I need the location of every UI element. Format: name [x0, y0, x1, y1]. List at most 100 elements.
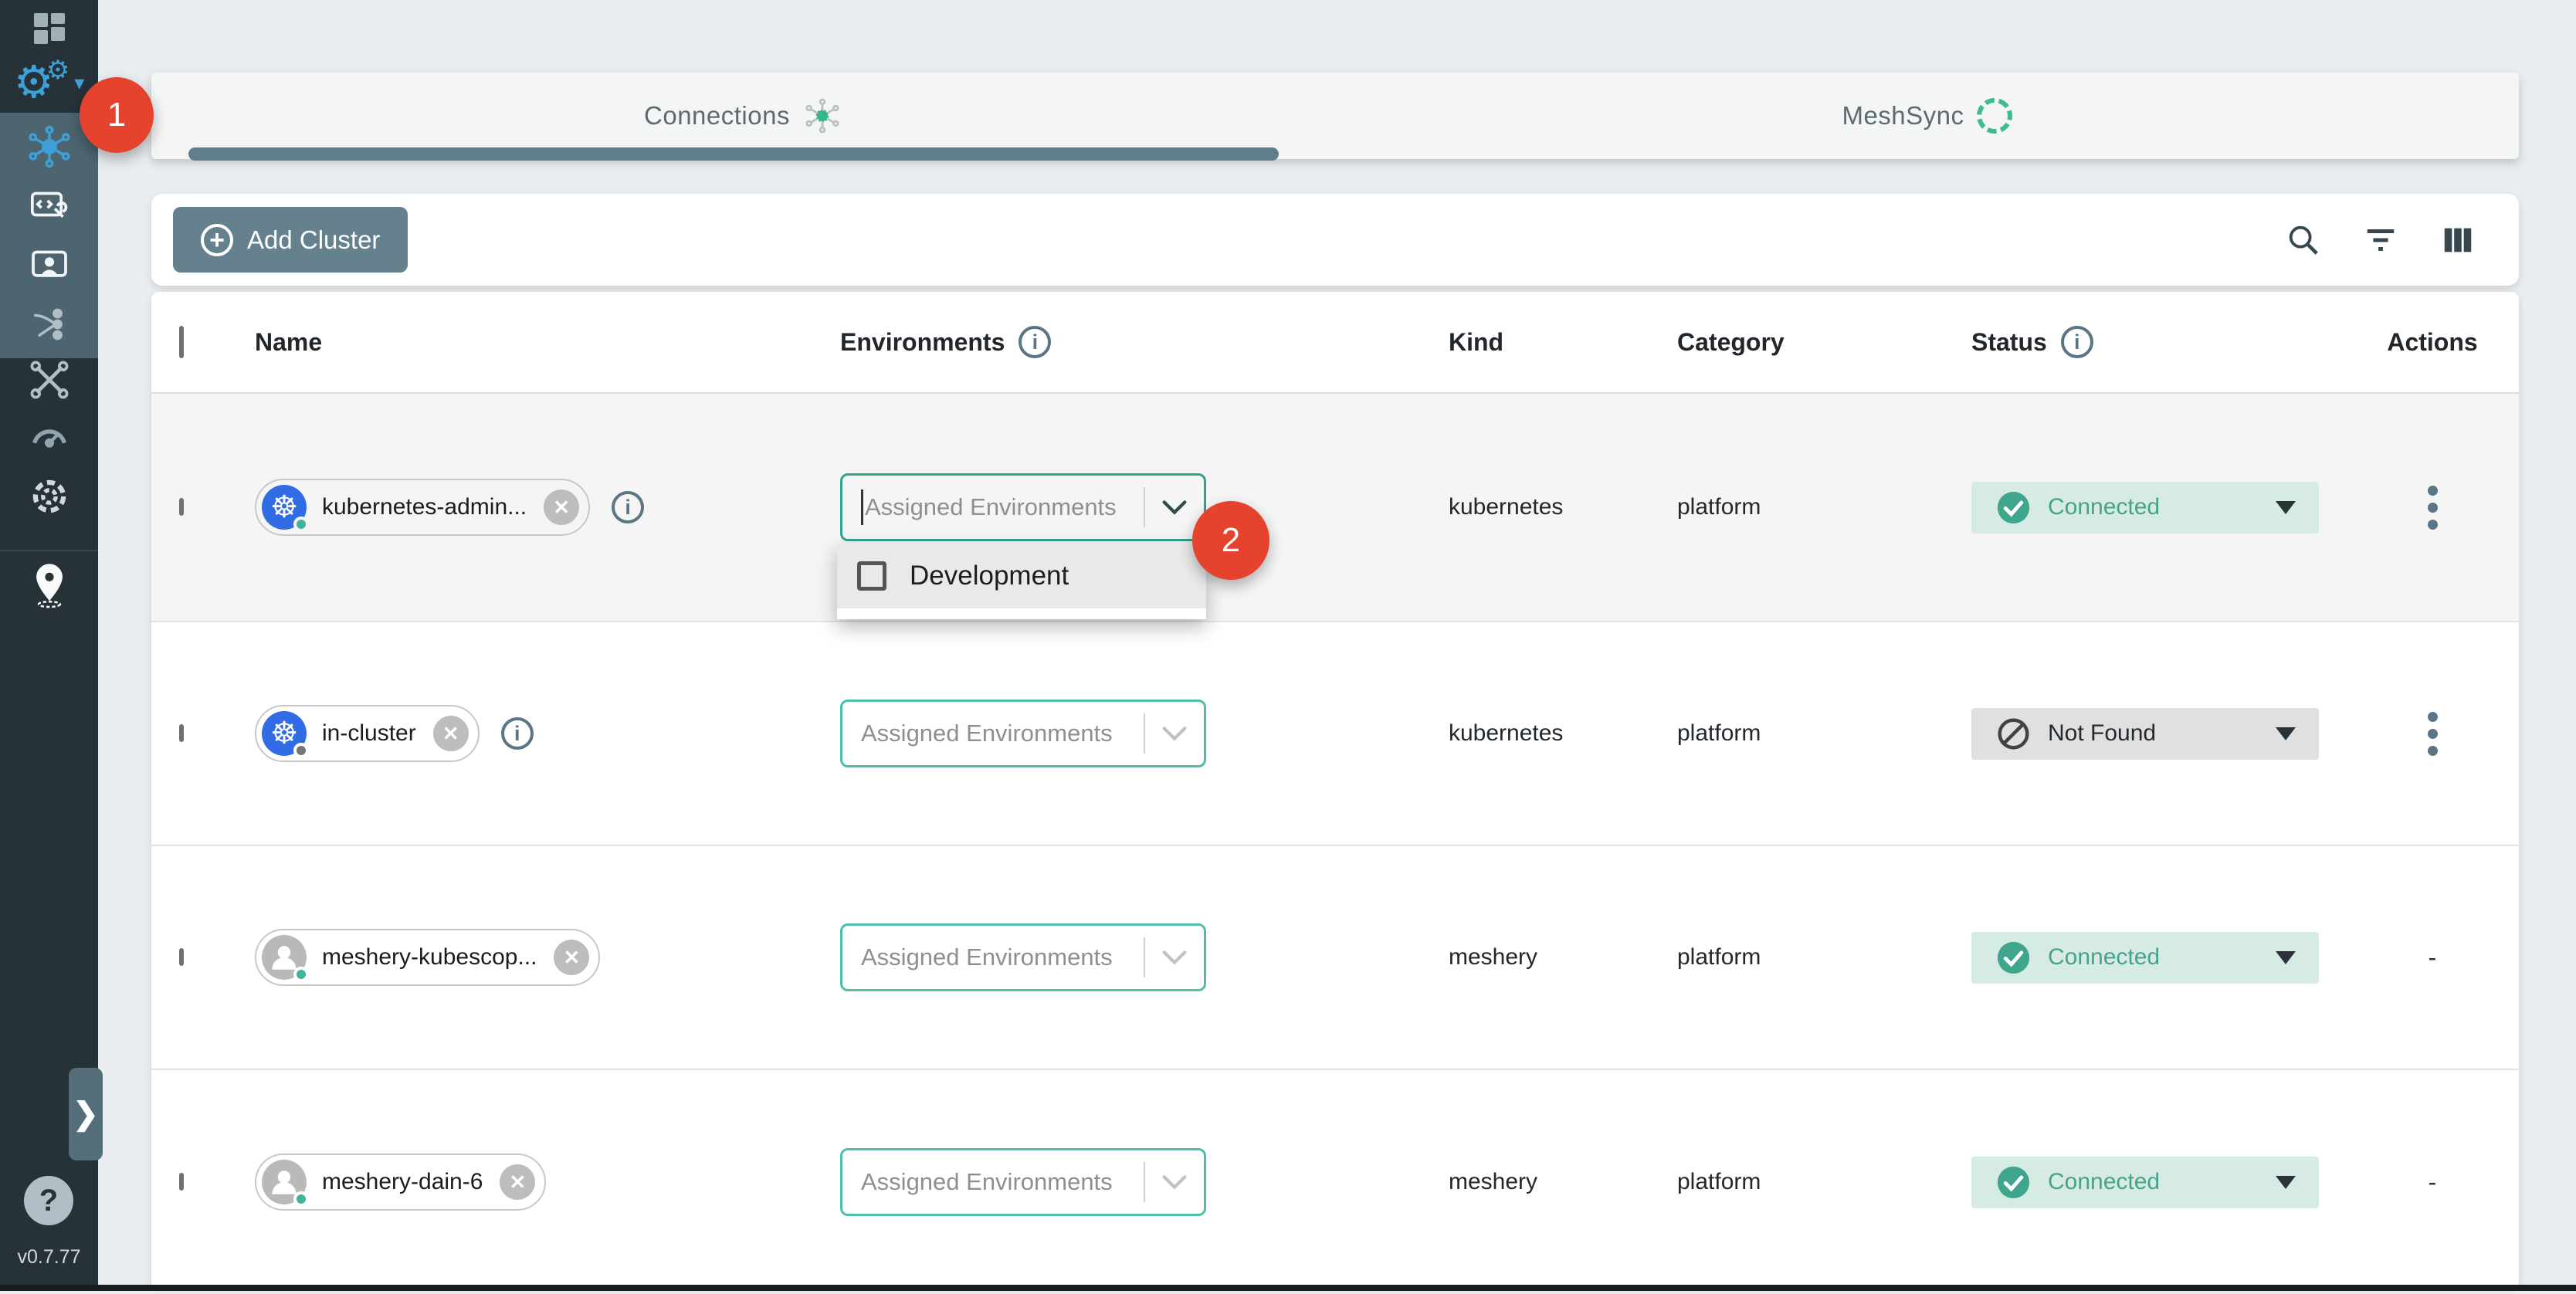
- connection-info-icon[interactable]: i: [612, 491, 644, 523]
- column-name: Name: [255, 328, 322, 357]
- sidebar-item-adapters[interactable]: [0, 182, 98, 232]
- caret-down-icon: [2276, 951, 2296, 964]
- text-cursor: [861, 489, 863, 525]
- status-badge[interactable]: Not Found: [1971, 708, 2319, 760]
- row-actions-menu-icon[interactable]: [2422, 479, 2444, 536]
- toolbar-actions: [2286, 222, 2519, 258]
- add-cluster-button[interactable]: + Add Cluster: [173, 207, 408, 273]
- user-avatar-icon: [262, 1160, 307, 1204]
- check-circle-icon: [1996, 1165, 2031, 1200]
- sidebar-expand-button[interactable]: ❯: [69, 1068, 103, 1160]
- connection-info-icon[interactable]: i: [501, 717, 534, 750]
- sidebar-item-configuration[interactable]: [0, 300, 98, 349]
- sidebar-item-performance-gauge-icon[interactable]: [0, 411, 98, 460]
- table-toolbar: + Add Cluster: [151, 194, 2519, 286]
- column-category: Category: [1677, 328, 1785, 357]
- check-circle-icon: [1996, 490, 2031, 525]
- dropdown-option-development[interactable]: Development: [837, 544, 1206, 608]
- category-cell: platform: [1677, 720, 1971, 747]
- kind-cell: meshery: [1449, 1169, 1677, 1195]
- table-row: ☸ in-cluster ✕ i Assigned Environments: [151, 622, 2519, 846]
- table-row: ☸ kubernetes-admin... ✕ i Assigned Envir…: [151, 394, 2519, 622]
- tab-connections[interactable]: Connections: [151, 73, 1335, 159]
- environments-select[interactable]: Assigned Environments: [840, 473, 1206, 541]
- sidebar-item-profiles[interactable]: [0, 241, 98, 290]
- connection-name: in-cluster: [322, 720, 416, 747]
- connection-chip[interactable]: meshery-dain-6 ✕: [255, 1153, 546, 1211]
- tab-meshsync-label: MeshSync: [1842, 101, 1964, 130]
- row-checkbox[interactable]: [179, 1173, 184, 1191]
- status-badge[interactable]: Connected: [1971, 482, 2319, 534]
- connection-name: meshery-dain-6: [322, 1169, 483, 1195]
- row-actions-menu-icon[interactable]: [2422, 706, 2444, 762]
- main-content: Connections MeshSync + Add Cluster: [98, 0, 2576, 1291]
- column-status: Status: [1971, 328, 2047, 357]
- tab-meshsync[interactable]: MeshSync: [1335, 73, 2519, 159]
- status-dot: [293, 743, 309, 758]
- environments-select[interactable]: Assigned Environments: [840, 1148, 1206, 1216]
- row-checkbox[interactable]: [179, 948, 184, 966]
- plus-circle-icon: +: [201, 224, 233, 256]
- sidebar-active-section: [0, 113, 98, 358]
- kind-cell: meshery: [1449, 944, 1677, 970]
- chevron-down-icon[interactable]: [1145, 726, 1204, 741]
- connection-chip[interactable]: ☸ kubernetes-admin... ✕: [255, 479, 590, 536]
- remove-connection-button[interactable]: ✕: [544, 489, 579, 525]
- no-actions-dash: -: [2429, 1168, 2437, 1197]
- status-badge[interactable]: Connected: [1971, 932, 2319, 984]
- sidebar-item-toolkit-wrenches-icon[interactable]: [0, 355, 98, 405]
- chevron-down-icon[interactable]: [1145, 1174, 1204, 1190]
- environments-placeholder: Assigned Environments: [865, 493, 1117, 521]
- add-cluster-label: Add Cluster: [247, 225, 380, 255]
- dashboard-grid-icon[interactable]: [0, 8, 98, 49]
- column-kind: Kind: [1449, 328, 1503, 357]
- remove-connection-button[interactable]: ✕: [433, 716, 469, 751]
- table-header-row: Name Environments i Kind Category Status…: [151, 292, 2519, 394]
- remove-connection-button[interactable]: ✕: [554, 940, 589, 975]
- select-all-checkbox[interactable]: [179, 326, 184, 358]
- environments-select[interactable]: Assigned Environments: [840, 923, 1206, 991]
- connections-table: Name Environments i Kind Category Status…: [151, 292, 2519, 1285]
- question-mark-icon: ?: [39, 1184, 58, 1218]
- connection-chip[interactable]: meshery-kubescop... ✕: [255, 929, 600, 986]
- connections-mesh-icon: [802, 96, 842, 136]
- help-button[interactable]: ?: [24, 1176, 73, 1225]
- tab-bar: Connections MeshSync: [151, 73, 2519, 159]
- environments-dropdown-menu: Development: [837, 544, 1206, 619]
- category-cell: platform: [1677, 1169, 1971, 1195]
- row-checkbox[interactable]: [179, 724, 184, 742]
- screen-bottom-edge: [0, 1285, 2576, 1291]
- table-row: meshery-dain-6 ✕ Assigned Environments: [151, 1070, 2519, 1294]
- row-checkbox[interactable]: [179, 498, 184, 516]
- kind-cell: kubernetes: [1449, 494, 1677, 520]
- search-icon[interactable]: [2286, 222, 2321, 258]
- remove-connection-button[interactable]: ✕: [500, 1164, 535, 1200]
- status-dot: [293, 967, 309, 982]
- chevron-down-icon[interactable]: [1145, 500, 1204, 515]
- status-label: Connected: [2048, 1169, 2160, 1195]
- sidebar-item-pin-icon[interactable]: [0, 554, 98, 616]
- connection-name: kubernetes-admin...: [322, 494, 527, 520]
- connection-chip[interactable]: ☸ in-cluster ✕: [255, 705, 480, 762]
- sidebar: ⚙ ⚙ ▾: [0, 0, 98, 1285]
- status-label: Not Found: [2048, 720, 2156, 747]
- status-badge[interactable]: Connected: [1971, 1157, 2319, 1208]
- status-dot: [293, 1191, 309, 1207]
- column-actions: Actions: [2387, 328, 2477, 357]
- sidebar-item-extensions-icon[interactable]: [0, 469, 98, 523]
- option-checkbox[interactable]: [857, 561, 886, 591]
- view-columns-icon[interactable]: [2440, 222, 2476, 258]
- filter-icon[interactable]: [2363, 222, 2398, 258]
- environments-info-icon[interactable]: i: [1019, 326, 1051, 358]
- caret-down-icon: [2276, 501, 2296, 514]
- environments-select[interactable]: Assigned Environments: [840, 700, 1206, 767]
- user-avatar-icon: [262, 935, 307, 980]
- annotation-1-number: 1: [107, 96, 126, 134]
- table-row: meshery-kubescop... ✕ Assigned Environme…: [151, 846, 2519, 1070]
- kind-cell: kubernetes: [1449, 720, 1677, 747]
- status-info-icon[interactable]: i: [2061, 326, 2093, 358]
- category-cell: platform: [1677, 944, 1971, 970]
- status-label: Connected: [2048, 944, 2160, 970]
- caret-down-icon: [2276, 1176, 2296, 1189]
- chevron-down-icon[interactable]: [1145, 950, 1204, 965]
